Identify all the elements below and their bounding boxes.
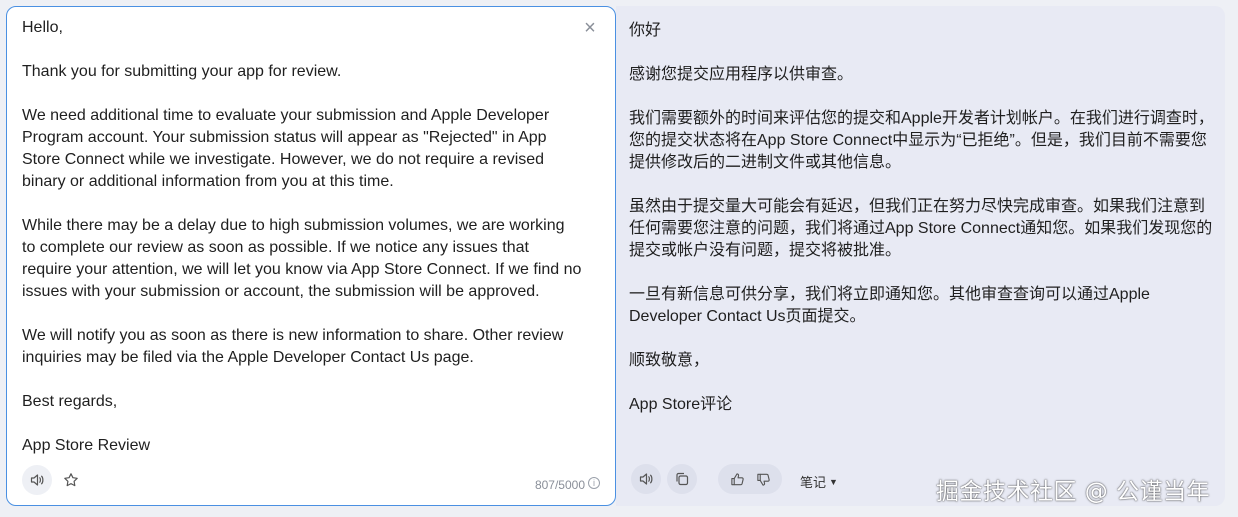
- close-icon: ×: [584, 17, 596, 39]
- source-paragraph: Best regards,: [22, 393, 118, 410]
- character-count: 807/5000: [534, 478, 585, 492]
- caret-down-icon: ▼: [829, 476, 838, 487]
- translation-paragraph: App Store评论: [629, 396, 733, 413]
- translation-panel: 你好 感谢您提交应用程序以供审查。 我们需要额外的时间来评估您的提交和Apple…: [616, 6, 1225, 506]
- thumbs-down-button[interactable]: [751, 467, 775, 491]
- copy-button[interactable]: [667, 464, 697, 494]
- info-icon[interactable]: i: [588, 477, 600, 489]
- source-paragraph: We need additional time to evaluate your…: [22, 107, 554, 190]
- speaker-icon: [29, 472, 45, 488]
- feedback-group: [718, 464, 782, 494]
- thumbs-up-button[interactable]: [725, 467, 749, 491]
- star-icon: [63, 472, 79, 488]
- notes-dropdown[interactable]: 笔记 ▼: [800, 472, 838, 491]
- watermark: 掘金技术社区 @ 公谨当年: [936, 479, 1211, 505]
- source-listen-button[interactable]: [22, 465, 52, 495]
- translation-paragraph: 一旦有新信息可供分享，我们将立即通知您。其他审查查询可以通过Apple Deve…: [629, 286, 1155, 325]
- translation-paragraph: 虽然由于提交量大可能会有延迟，但我们正在努力尽快完成审查。如果我们注意到任何需要…: [629, 198, 1213, 259]
- favorite-button[interactable]: [56, 465, 86, 495]
- translation-paragraph: 我们需要额外的时间来评估您的提交和Apple开发者计划帐户。在我们进行调查时，您…: [629, 110, 1214, 171]
- notes-label: 笔记: [800, 475, 827, 490]
- source-text-area[interactable]: Hello, Thank you for submitting your app…: [22, 17, 582, 457]
- source-paragraph: We will notify you as soon as there is n…: [22, 327, 568, 366]
- translation-listen-button[interactable]: [631, 464, 661, 494]
- translation-paragraph: 顺致敬意，: [629, 352, 710, 369]
- source-paragraph: While there may be a delay due to high s…: [22, 217, 586, 300]
- translation-paragraph: 感谢您提交应用程序以供审查。: [629, 66, 854, 83]
- speaker-icon: [638, 471, 654, 487]
- source-paragraph: App Store Review: [22, 437, 151, 454]
- clear-text-button[interactable]: ×: [581, 17, 599, 39]
- translation-paragraph: 你好: [629, 22, 662, 39]
- source-paragraph: Hello,: [22, 19, 63, 36]
- source-paragraph: Thank you for submitting your app for re…: [22, 63, 342, 80]
- copy-icon: [674, 471, 690, 487]
- thumbs-up-icon: [730, 472, 745, 487]
- thumbs-down-icon: [756, 472, 771, 487]
- source-panel[interactable]: Hello, Thank you for submitting your app…: [6, 6, 616, 506]
- translation-text-area: 你好 感谢您提交应用程序以供审查。 我们需要额外的时间来评估您的提交和Apple…: [629, 20, 1214, 416]
